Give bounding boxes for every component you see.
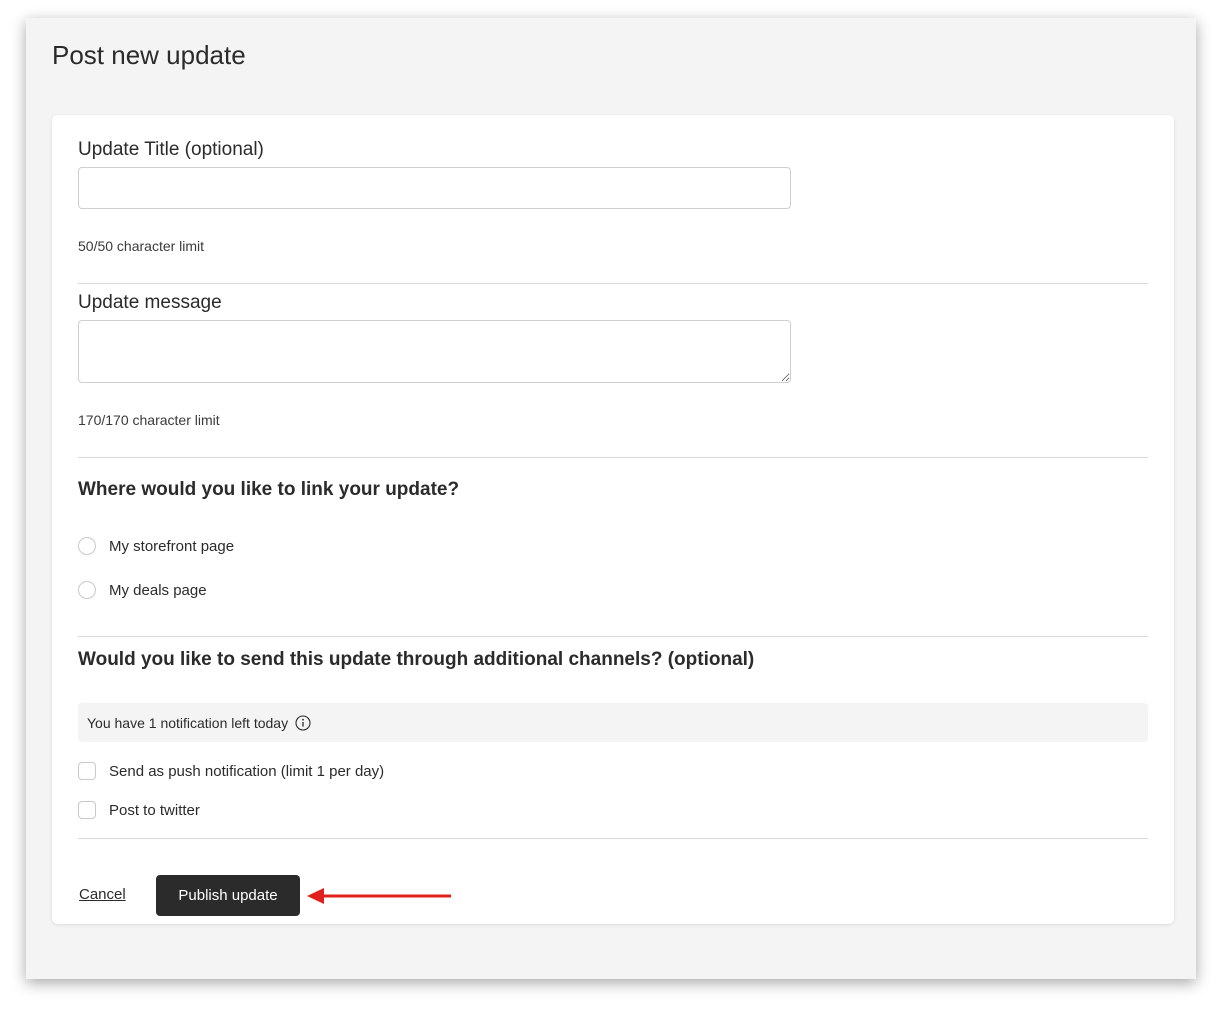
radio-option-storefront[interactable]: My storefront page [78, 537, 234, 555]
push-notification-checkbox[interactable] [78, 762, 96, 780]
page-title: Post new update [52, 40, 246, 70]
radio-option-deals[interactable]: My deals page [78, 581, 207, 599]
storefront-radio[interactable] [78, 537, 96, 555]
push-notification-label: Send as push notification (limit 1 per d… [109, 762, 385, 780]
notification-limit-text: You have 1 notification left today [87, 714, 289, 731]
cancel-link[interactable]: Cancel [79, 886, 126, 903]
channels-section-heading: Would you like to send this update throu… [78, 649, 755, 670]
section-divider [78, 636, 1148, 637]
title-character-limit: 50/50 character limit [78, 238, 205, 254]
update-title-input[interactable] [78, 167, 791, 209]
update-form-card: Update Title (optional) 50/50 character … [52, 115, 1174, 924]
publish-button[interactable]: Publish update [156, 875, 300, 916]
twitter-label: Post to twitter [109, 801, 200, 819]
post-update-window: Post new update Update Title (optional) … [26, 18, 1196, 979]
title-field-label: Update Title (optional) [78, 139, 264, 160]
deals-radio[interactable] [78, 581, 96, 599]
update-message-textarea[interactable] [78, 320, 791, 383]
checkbox-option-push[interactable]: Send as push notification (limit 1 per d… [78, 762, 384, 780]
section-divider [78, 838, 1148, 839]
checkbox-option-twitter[interactable]: Post to twitter [78, 801, 200, 819]
info-icon[interactable] [295, 714, 311, 731]
message-field-label: Update message [78, 292, 222, 313]
deals-radio-label: My deals page [109, 581, 207, 599]
message-character-limit: 170/170 character limit [78, 412, 220, 428]
notification-limit-notice: You have 1 notification left today [78, 703, 1148, 742]
link-section-heading: Where would you like to link your update… [78, 479, 460, 500]
annotation-arrow-icon [307, 888, 451, 904]
twitter-checkbox[interactable] [78, 801, 96, 819]
section-divider [78, 283, 1148, 284]
section-divider [78, 457, 1148, 458]
storefront-radio-label: My storefront page [109, 537, 235, 555]
